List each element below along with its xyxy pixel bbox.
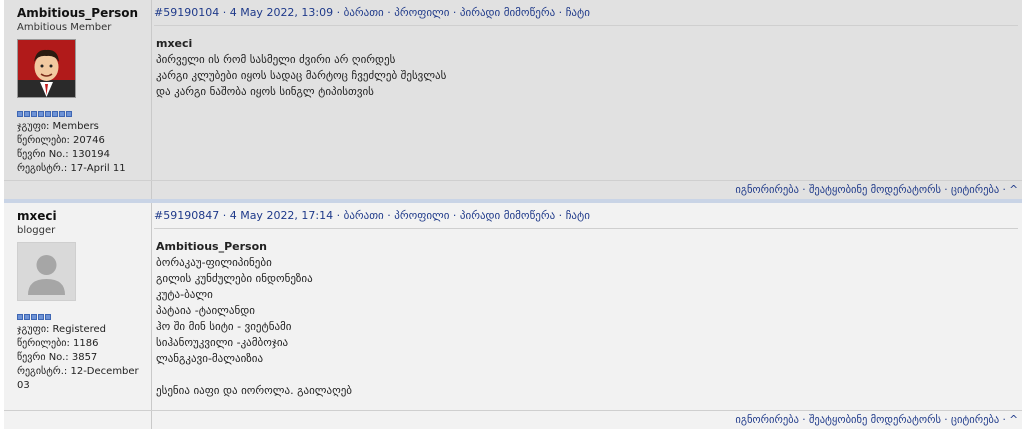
rank-pips xyxy=(17,314,151,321)
author-name[interactable]: Ambitious_Person xyxy=(17,6,151,20)
post-1-author-panel: Ambitious_Person Ambitious Member ჯგუფი:… xyxy=(4,0,151,181)
quote-author: Ambitious_Person xyxy=(156,240,267,253)
author-member-no: წევრი No.: 3857 xyxy=(17,352,98,363)
post-body: mxeci პირველი ის რომ სასმელი ძვირი არ ღი… xyxy=(154,26,1022,100)
post-header: #59190104 · 4 May 2022, 13:09 · ბარათი ·… xyxy=(154,6,1018,26)
post-line: ჰო ში მინ სიტი - ვიეტნამი xyxy=(156,320,292,333)
card-link[interactable]: ბარათი xyxy=(344,6,384,19)
post-line: პირველი ის რომ სასმელი ძვირი არ ღირდეს xyxy=(156,53,396,66)
author-registered: რეგისტრ.: 17-April 11 xyxy=(17,163,126,174)
author-group: ჯგუფი: Registered xyxy=(17,324,107,335)
profile-link[interactable]: პროფილი xyxy=(394,6,449,19)
post-line: და კარგი ნაშობა იყოს სინგლ ტიპისთვის xyxy=(156,85,374,98)
author-group: ჯგუფი: Members xyxy=(17,121,99,132)
post-line: ლანგკავი-მალაიზია xyxy=(156,352,264,365)
post-date: · 4 May 2022, 13:09 · xyxy=(219,6,344,19)
post-date: · 4 May 2022, 17:14 · xyxy=(219,209,344,222)
post-line: კუტა-ბალი xyxy=(156,288,213,301)
author-posts-count: წერილები: 1186 xyxy=(17,338,99,349)
default-avatar-icon xyxy=(17,242,76,301)
rank-pips xyxy=(17,111,151,118)
chat-link[interactable]: ჩატი xyxy=(566,6,590,19)
chat-link[interactable]: ჩატი xyxy=(566,209,590,222)
post-footer: იგნორირება · შეატყობინე მოდერატორს · ციტ… xyxy=(4,410,1022,429)
post-header: #59190847 · 4 May 2022, 17:14 · ბარათი ·… xyxy=(154,209,1018,229)
post-2-content: #59190847 · 4 May 2022, 17:14 · ბარათი ·… xyxy=(154,203,1022,411)
author-member-no: წევრი No.: 130194 xyxy=(17,149,111,160)
quote-link[interactable]: ციტირება xyxy=(951,414,999,426)
post-body: Ambitious_Person ბორაკაუ-ფილიპინები გილი… xyxy=(154,229,1022,399)
author-posts-count: წერილები: 20746 xyxy=(17,135,105,146)
post-line xyxy=(156,367,1022,383)
post-footer: იგნორირება · შეატყობინე მოდერატორს · ციტ… xyxy=(4,180,1022,199)
post-line: ესენია იაფი და იოროლა. გაილაღებ xyxy=(156,384,352,397)
post-2-author-panel: mxeci blogger ჯგუფი: Registered წერილები… xyxy=(4,203,151,411)
post-line: ბორაკაუ-ფილიპინები xyxy=(156,256,272,269)
post-line: პატაია -ტაილანდი xyxy=(156,304,255,317)
private-message-link[interactable]: პირადი მიმოწერა xyxy=(460,209,555,222)
ignore-link[interactable]: იგნორირება xyxy=(735,414,799,426)
quote-link[interactable]: ციტირება xyxy=(951,184,999,196)
post-id-link[interactable]: #59190847 xyxy=(154,209,219,222)
post-id-link[interactable]: #59190104 xyxy=(154,6,219,19)
post-line: გილის კუნძულები ინდონეზია xyxy=(156,272,313,285)
author-rank: blogger xyxy=(17,225,56,236)
author-name[interactable]: mxeci xyxy=(17,209,151,223)
post-1: Ambitious_Person Ambitious Member ჯგუფი:… xyxy=(4,0,1022,199)
post-1-content: #59190104 · 4 May 2022, 13:09 · ბარათი ·… xyxy=(154,0,1022,181)
post-line: კარგი კლუბები იყოს სადაც მარტოც ჩვეძლებ … xyxy=(156,69,447,82)
author-rank: Ambitious Member xyxy=(17,22,112,33)
post-line: სიჰანოუკვილი -კამბოჯია xyxy=(156,336,289,349)
report-moderator-link[interactable]: შეატყობინე მოდერატორს xyxy=(809,414,941,426)
profile-link[interactable]: პროფილი xyxy=(394,209,449,222)
scroll-top-link[interactable]: ^ xyxy=(1009,414,1018,426)
author-registered: რეგისტრ.: 12-December 03 xyxy=(17,366,139,391)
card-link[interactable]: ბარათი xyxy=(344,209,384,222)
cartoon-man-avatar-icon xyxy=(17,39,76,98)
post-2: mxeci blogger ჯგუფი: Registered წერილები… xyxy=(4,203,1022,429)
private-message-link[interactable]: პირადი მიმოწერა xyxy=(460,6,555,19)
ignore-link[interactable]: იგნორირება xyxy=(735,184,799,196)
scroll-top-link[interactable]: ^ xyxy=(1009,184,1018,196)
report-moderator-link[interactable]: შეატყობინე მოდერატორს xyxy=(809,184,941,196)
quote-author: mxeci xyxy=(156,37,193,50)
